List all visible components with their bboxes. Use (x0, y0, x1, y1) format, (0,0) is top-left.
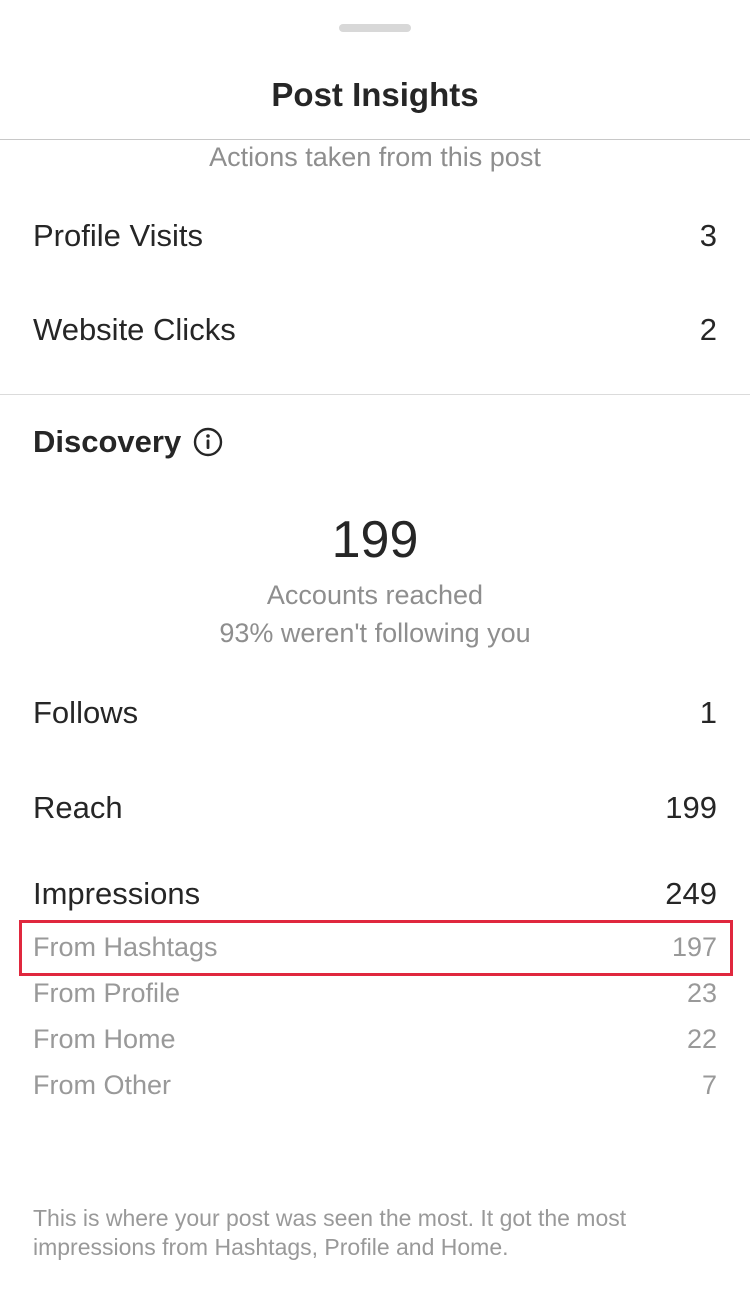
profile-visits-row: Profile Visits 3 (33, 218, 717, 254)
row-label: From Profile (33, 978, 181, 1008)
row-label: Profile Visits (33, 218, 203, 253)
row-label: Website Clicks (33, 312, 236, 347)
from-profile-row: From Profile 23 (33, 978, 717, 1009)
highlight-annotation-box (19, 920, 733, 976)
row-value: 2 (699, 312, 717, 347)
actions-subheading: Actions taken from this post (209, 142, 541, 172)
row-value: 199 (665, 790, 717, 825)
section-divider (0, 394, 750, 395)
sheet-drag-handle[interactable] (339, 24, 411, 32)
row-label: Reach (33, 790, 123, 825)
discovery-title: Discovery (33, 424, 182, 459)
row-value: 3 (699, 218, 717, 253)
discovery-heading: Discovery (33, 424, 223, 460)
row-label: Follows (33, 695, 139, 730)
header-divider (0, 139, 750, 140)
row-label: From Other (33, 1070, 172, 1100)
row-value: 22 (686, 1024, 717, 1054)
reach-row: Reach 199 (33, 790, 717, 826)
website-clicks-row: Website Clicks 2 (33, 312, 717, 348)
accounts-reached-label: Accounts reached (266, 580, 484, 610)
row-value: 7 (701, 1070, 717, 1100)
from-home-row: From Home 22 (33, 1024, 717, 1055)
insights-footer-note: This is where your post was seen the mos… (33, 1205, 627, 1260)
accounts-reached-count: 199 (331, 511, 419, 569)
not-following-percent: 93% weren't following you (219, 618, 531, 648)
post-insights-sheet: Post Insights Actions taken from this po… (0, 0, 750, 1294)
impressions-row: Impressions 249 (33, 876, 717, 912)
row-value: 23 (686, 978, 717, 1008)
row-value: 249 (665, 876, 717, 911)
row-label: From Home (33, 1024, 176, 1054)
follows-row: Follows 1 (33, 695, 717, 731)
row-label: Impressions (33, 876, 201, 911)
from-other-row: From Other 7 (33, 1070, 717, 1101)
sheet-title: Post Insights (271, 76, 479, 113)
row-value: 1 (699, 695, 717, 730)
info-circle-icon[interactable] (193, 427, 223, 457)
